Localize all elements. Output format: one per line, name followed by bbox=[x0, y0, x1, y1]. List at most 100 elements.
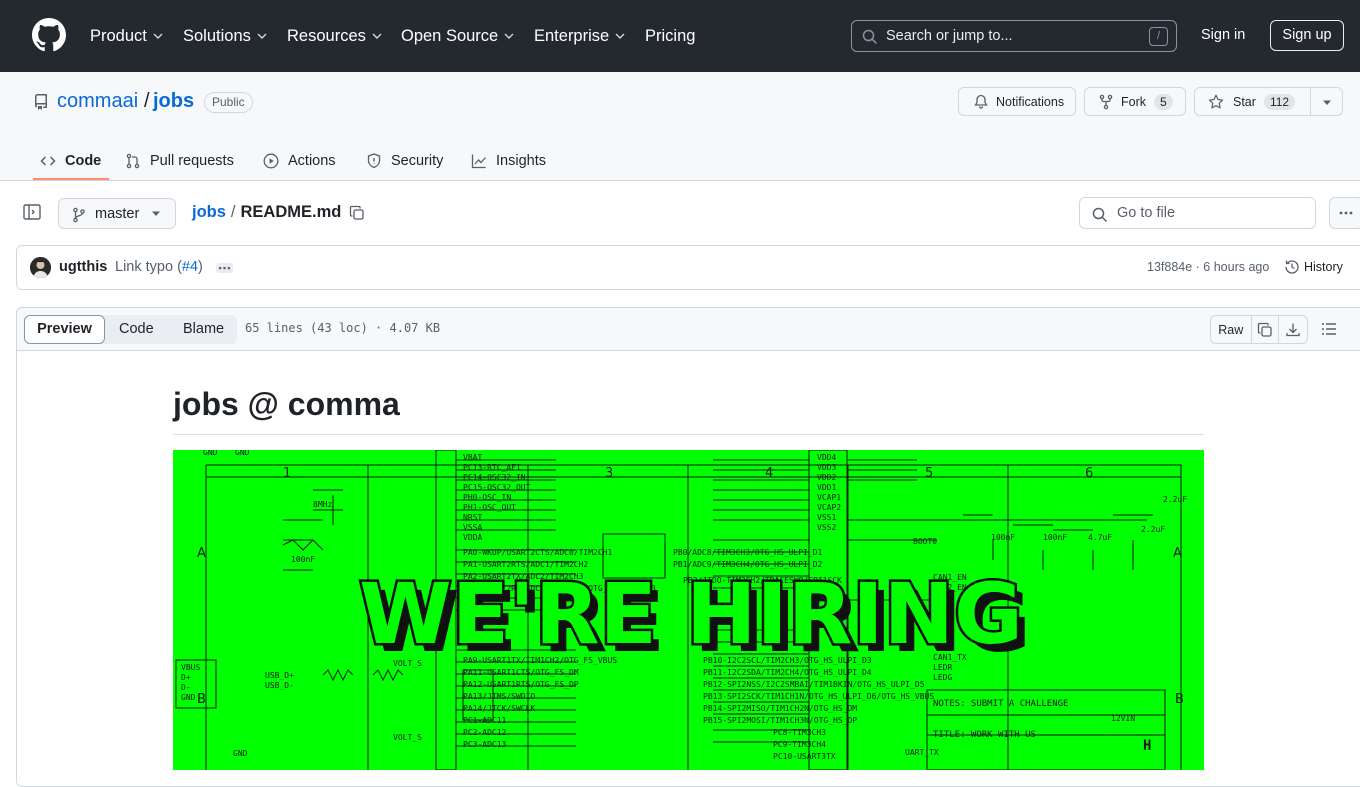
svg-text:PC9-TIM3CH4: PC9-TIM3CH4 bbox=[773, 740, 826, 749]
svg-text:4.7uF: 4.7uF bbox=[1088, 533, 1112, 542]
svg-text:USB_D+: USB_D+ bbox=[265, 671, 294, 680]
star-dropdown-divider bbox=[1310, 88, 1311, 115]
avatar[interactable] bbox=[30, 257, 51, 278]
fork-button[interactable]: Fork 5 bbox=[1084, 87, 1186, 116]
preview-tab[interactable]: Preview bbox=[24, 315, 105, 344]
svg-text:PC1-ADC11: PC1-ADC11 bbox=[463, 716, 507, 725]
tab-actions[interactable]: Actions bbox=[263, 140, 336, 181]
repo-icon bbox=[35, 94, 47, 110]
svg-text:VCAP1: VCAP1 bbox=[817, 493, 841, 502]
repo-name-link[interactable]: jobs bbox=[153, 90, 194, 113]
svg-text:5: 5 bbox=[925, 466, 933, 481]
breadcrumb-file: README.md bbox=[240, 203, 342, 221]
repo-separator: / bbox=[144, 90, 150, 112]
nav-enterprise[interactable]: Enterprise bbox=[534, 0, 625, 72]
svg-text:PH0-OSC_IN: PH0-OSC_IN bbox=[463, 493, 511, 502]
svg-text:100nF: 100nF bbox=[291, 555, 315, 564]
chevron-down-icon bbox=[615, 33, 625, 39]
history-link[interactable]: History bbox=[1284, 259, 1343, 275]
svg-text:PC8-TIM3CH3: PC8-TIM3CH3 bbox=[773, 728, 826, 737]
chevron-down-icon bbox=[504, 33, 514, 39]
nav-open-source[interactable]: Open Source bbox=[401, 0, 514, 72]
download-button[interactable] bbox=[1279, 316, 1307, 343]
commit-hash-time[interactable]: 13f884e · 6 hours ago bbox=[1147, 260, 1269, 274]
svg-text:PC3-ADC13: PC3-ADC13 bbox=[463, 740, 507, 749]
commit-expand-button[interactable] bbox=[216, 263, 233, 273]
github-logo-icon[interactable] bbox=[32, 18, 66, 52]
tab-pull-requests[interactable]: Pull requests bbox=[125, 140, 234, 181]
raw-button[interactable]: Raw bbox=[1211, 316, 1252, 343]
history-icon bbox=[1285, 260, 1299, 274]
list-unordered-icon[interactable] bbox=[1318, 318, 1340, 340]
sign-up-button[interactable]: Sign up bbox=[1270, 20, 1344, 51]
svg-text:PB15-SPI2MOSI/TIM1CH3N/OTG_HS_: PB15-SPI2MOSI/TIM1CH3N/OTG_HS_DP bbox=[703, 716, 857, 725]
branch-selector[interactable]: master bbox=[58, 198, 176, 229]
go-to-file-input[interactable]: Go to file bbox=[1079, 197, 1316, 229]
nav-product[interactable]: Product bbox=[90, 0, 163, 72]
svg-text:BOOT0: BOOT0 bbox=[913, 537, 937, 546]
svg-text:12VIN: 12VIN bbox=[1111, 714, 1135, 723]
fork-count: 5 bbox=[1154, 93, 1173, 110]
breadcrumb-repo-link[interactable]: jobs bbox=[192, 203, 226, 222]
svg-text:2.2uF: 2.2uF bbox=[1163, 495, 1187, 504]
file-meta: 65 lines (43 loc) · 4.07 KB bbox=[245, 321, 441, 335]
code-view-tab[interactable]: Code bbox=[119, 315, 154, 344]
tab-insights[interactable]: Insights bbox=[471, 140, 546, 181]
copy-icon[interactable] bbox=[349, 205, 365, 221]
star-icon bbox=[1208, 94, 1224, 108]
kebab-horizontal-icon bbox=[1339, 211, 1353, 215]
svg-text:VCAP2: VCAP2 bbox=[817, 503, 841, 512]
commit-message[interactable]: Link typo (#4) bbox=[115, 259, 203, 275]
nav-solutions[interactable]: Solutions bbox=[183, 0, 267, 72]
svg-text:PC13-RTC_AF1: PC13-RTC_AF1 bbox=[463, 463, 521, 472]
svg-text:LEDG: LEDG bbox=[933, 673, 952, 682]
svg-text:GND: GND bbox=[233, 749, 248, 758]
svg-text:VBAT: VBAT bbox=[463, 453, 482, 462]
svg-text:PB12-SPI2NSS/I2C2SMBAI/TIM1BKI: PB12-SPI2NSS/I2C2SMBAI/TIM1BKIN/OTG_HS_U… bbox=[703, 680, 925, 689]
nav-pricing[interactable]: Pricing bbox=[645, 0, 695, 72]
svg-text:VDD1: VDD1 bbox=[817, 483, 836, 492]
svg-text:PC15-OSC32_OUT: PC15-OSC32_OUT bbox=[463, 483, 531, 492]
shield-icon bbox=[367, 152, 381, 168]
svg-text:VSSA: VSSA bbox=[463, 523, 482, 532]
sign-in-link[interactable]: Sign in bbox=[1201, 27, 1245, 43]
fork-icon bbox=[1099, 94, 1113, 109]
search-input[interactable]: Search or jump to... / bbox=[851, 20, 1177, 52]
svg-text:PA12-USART1RTS/OTG_FS_DP: PA12-USART1RTS/OTG_FS_DP bbox=[463, 680, 579, 689]
svg-text:PB0/ADC8/TIM3CH3/OTG_HS_ULPI_D: PB0/ADC8/TIM3CH3/OTG_HS_ULPI_D1 bbox=[673, 548, 822, 557]
breadcrumb: jobs / README.md bbox=[192, 203, 365, 222]
tab-code[interactable]: Code bbox=[40, 140, 101, 181]
readme-article: jobs @ comma bbox=[173, 380, 1204, 435]
commit-pr-link[interactable]: #4 bbox=[182, 259, 198, 275]
svg-text:PA14/JTCK/SWCLK: PA14/JTCK/SWCLK bbox=[463, 704, 535, 713]
schematic-notes: NOTES: SUBMIT A CHALLENGE bbox=[933, 699, 1068, 709]
svg-text:PB14-SPI2MISO/TIM1CH2N/OTG_HS_: PB14-SPI2MISO/TIM1CH2N/OTG_HS_DM bbox=[703, 704, 857, 713]
chevron-down-icon bbox=[153, 33, 163, 39]
tab-security[interactable]: Security bbox=[366, 140, 443, 181]
blame-tab[interactable]: Blame bbox=[183, 315, 224, 344]
svg-text:UART_TX: UART_TX bbox=[905, 748, 939, 757]
triangle-down-icon[interactable] bbox=[1322, 100, 1332, 106]
download-icon bbox=[1286, 323, 1300, 336]
chevron-down-icon bbox=[372, 33, 382, 39]
sidebar-expand-icon[interactable] bbox=[22, 202, 42, 222]
copy-icon bbox=[1257, 322, 1272, 337]
svg-text:A: A bbox=[197, 546, 206, 561]
svg-text:VOLT_S: VOLT_S bbox=[393, 733, 422, 742]
commit-author[interactable]: ugtthis bbox=[59, 259, 107, 275]
svg-text:D-: D- bbox=[181, 683, 191, 692]
search-icon bbox=[862, 29, 878, 45]
svg-text:USB_D-: USB_D- bbox=[265, 681, 294, 690]
svg-text:PA13/JTMS/SWDIO: PA13/JTMS/SWDIO bbox=[463, 692, 535, 701]
notifications-button[interactable]: Notifications bbox=[958, 87, 1076, 116]
svg-text:8MHz: 8MHz bbox=[313, 500, 332, 509]
triangle-down-icon bbox=[152, 211, 160, 216]
svg-text:VDDA: VDDA bbox=[463, 533, 482, 542]
svg-text:VBUS: VBUS bbox=[181, 663, 200, 672]
star-button[interactable]: Star 112 bbox=[1194, 87, 1343, 116]
svg-text:PC10-USART3TX: PC10-USART3TX bbox=[773, 752, 836, 761]
more-options-button[interactable] bbox=[1329, 197, 1360, 229]
repo-owner-link[interactable]: commaai bbox=[57, 90, 138, 113]
nav-resources[interactable]: Resources bbox=[287, 0, 382, 72]
copy-raw-button[interactable] bbox=[1252, 316, 1280, 343]
